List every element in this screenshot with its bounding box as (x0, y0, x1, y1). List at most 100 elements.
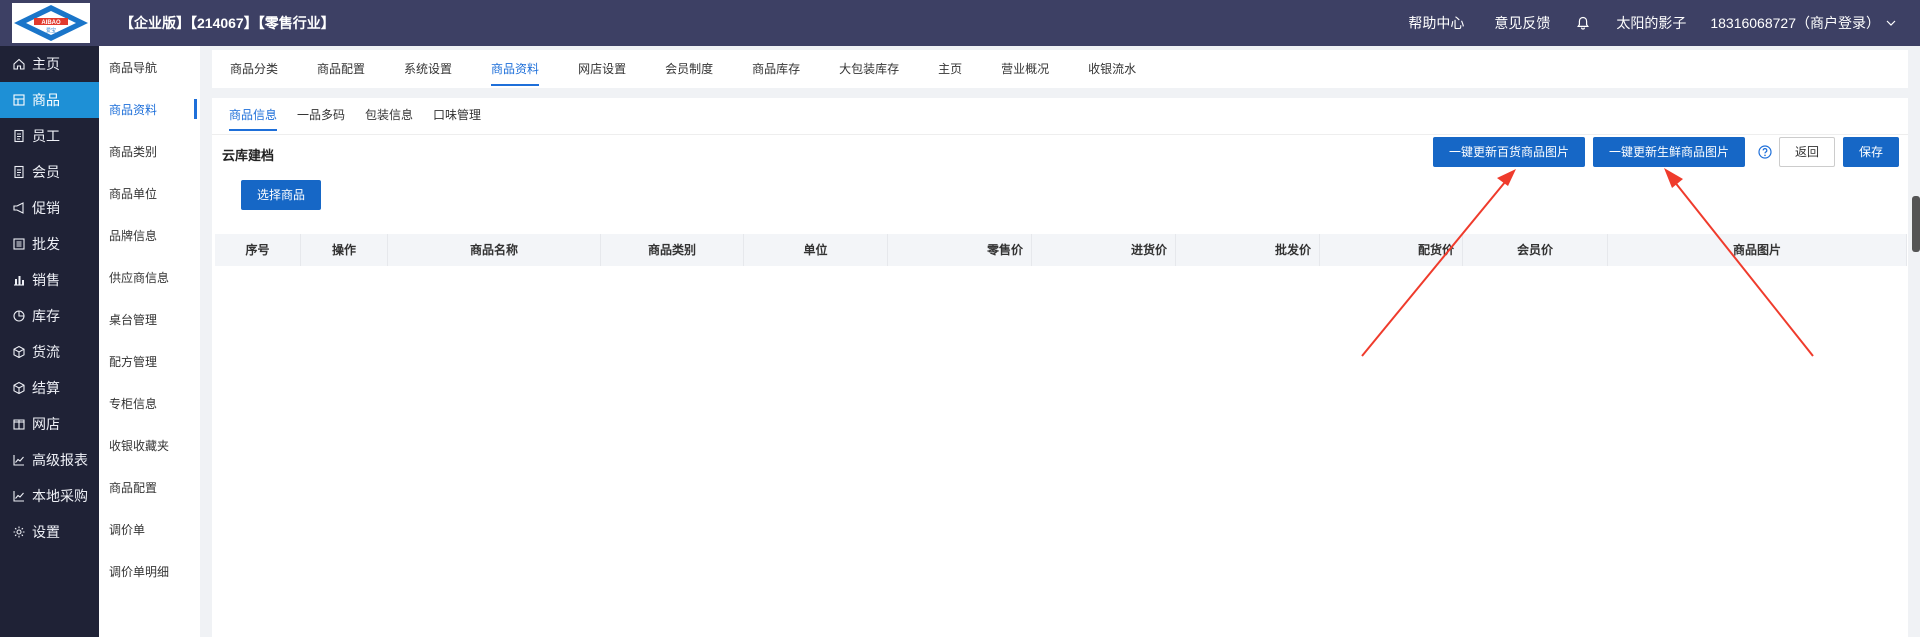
sidebar-item-label: 结算 (32, 380, 60, 396)
column-header: 单位 (744, 234, 888, 266)
bar-chart-icon (14, 276, 24, 286)
account-label: 18316068727（商户登录） (1710, 15, 1880, 31)
sub-tab[interactable]: 商品信息 (229, 98, 278, 132)
save-button[interactable]: 保存 (1843, 137, 1899, 167)
top-tab[interactable]: 大包装库存 (839, 50, 899, 88)
pie-icon (13, 310, 25, 322)
sidebar-item[interactable]: 设置 (0, 514, 99, 550)
column-header: 零售价 (888, 234, 1032, 266)
sidebar-item-label: 商品 (32, 92, 60, 108)
feedback-link[interactable]: 意见反馈 (1494, 13, 1550, 33)
sidebar-item[interactable]: 员工 (0, 118, 99, 154)
back-button[interactable]: 返回 (1779, 137, 1835, 167)
help-center-link[interactable]: 帮助中心 (1408, 13, 1464, 33)
top-tab[interactable]: 商品配置 (317, 50, 365, 88)
column-header: 商品图片 (1608, 234, 1907, 266)
scrollbar[interactable] (1912, 196, 1920, 252)
subnav-item[interactable]: 专柜信息 (99, 382, 200, 424)
subnav-item[interactable]: 商品类别 (99, 130, 200, 172)
chevron-down-icon (1886, 20, 1896, 26)
list-icon (13, 238, 25, 250)
subnav-item[interactable]: 桌台管理 (99, 298, 200, 340)
sidebar-item[interactable]: 主页 (0, 46, 99, 82)
sidebar-item-label: 库存 (32, 308, 60, 324)
home-icon (13, 58, 25, 70)
sidebar-item-label: 会员 (32, 164, 60, 180)
subnav-item[interactable]: 供应商信息 (99, 256, 200, 298)
sidebar-item[interactable]: 库存 (0, 298, 99, 334)
top-tab[interactable]: 网店设置 (578, 50, 626, 88)
help-icon[interactable] (1758, 145, 1772, 159)
sub-tabs: 商品信息 一品多码 包装信息 口味管理 (229, 98, 501, 132)
column-header: 配货价 (1320, 234, 1463, 266)
main-panel: 商品信息 一品多码 包装信息 口味管理 云库建档 一键更新百货商品图片 一键更新生鲜商… (212, 98, 1908, 637)
top-tab[interactable]: 营业概况 (1001, 50, 1049, 88)
user-name[interactable]: 太阳的影子 (1616, 13, 1686, 33)
top-tab[interactable]: 主页 (938, 50, 962, 88)
subnav-item[interactable]: 调价单 (99, 508, 200, 550)
top-tab[interactable]: 商品资料 (491, 50, 540, 88)
sidebar-item[interactable]: 批发 (0, 226, 99, 262)
line-chart-icon (13, 455, 24, 466)
gear-icon (13, 526, 25, 538)
top-tab[interactable]: 会员制度 (665, 50, 713, 88)
sidebar-item-label: 网店 (32, 416, 60, 432)
sub-sidebar: 商品导航 商品资料 商品类别 商品单位 品牌信息 供应商信息 桌台管理 配方管理 专柜信息 收银收… (99, 46, 200, 637)
subnav-item[interactable]: 商品配置 (99, 466, 200, 508)
logo-subtext: 爱宝 (46, 27, 56, 34)
column-header: 商品类别 (601, 234, 744, 266)
logo[interactable]: AIBAO 爱宝 (12, 3, 90, 43)
subnav-item[interactable]: 商品资料 (99, 88, 200, 130)
subnav-item[interactable]: 配方管理 (99, 340, 200, 382)
sidebar-item[interactable]: 结算 (0, 370, 99, 406)
update-general-images-button[interactable]: 一键更新百货商品图片 (1433, 137, 1585, 167)
sidebar-item[interactable]: 本地采购 (0, 478, 99, 514)
doc-icon (14, 165, 24, 179)
sidebar-item-label: 设置 (32, 524, 60, 540)
sidebar-item[interactable]: 销售 (0, 262, 99, 298)
sidebar-item-label: 货流 (32, 344, 60, 360)
bell-icon[interactable] (1576, 16, 1590, 30)
cube-icon (13, 381, 25, 395)
subnav-item[interactable]: 收银收藏夹 (99, 424, 200, 466)
logo-text: AIBAO (41, 20, 61, 26)
sidebar-item-label: 本地采购 (32, 488, 88, 504)
column-header: 序号 (215, 234, 301, 266)
sub-tab[interactable]: 包装信息 (365, 98, 413, 132)
select-product-button[interactable]: 选择商品 (241, 180, 321, 210)
line-chart-icon (13, 491, 24, 502)
sidebar-item[interactable]: 网店 (0, 406, 99, 442)
section-title: 云库建档 (222, 148, 275, 163)
sidebar-item[interactable]: 促销 (0, 190, 99, 226)
sidebar-item[interactable]: 高级报表 (0, 442, 99, 478)
column-header: 商品名称 (388, 234, 601, 266)
sidebar-item[interactable]: 会员 (0, 154, 99, 190)
account-menu[interactable]: 18316068727（商户登录） (1710, 13, 1896, 33)
column-header: 会员价 (1463, 234, 1608, 266)
sidebar-item-label: 促销 (32, 200, 60, 216)
sub-tab[interactable]: 一品多码 (297, 98, 345, 132)
column-header: 进货价 (1032, 234, 1176, 266)
top-right-menu: 帮助中心 意见反馈 太阳的影子 18316068727（商户登录） (1378, 0, 1896, 46)
sidebar-item-label: 批发 (32, 236, 60, 252)
subnav-item[interactable]: 调价单明细 (99, 550, 200, 592)
cube-icon (13, 345, 25, 359)
main-sidebar: 主页商品员工会员促销批发销售库存货流结算网店高级报表本地采购设置 (0, 46, 99, 637)
sidebar-item[interactable]: 商品 (0, 82, 99, 118)
top-tab[interactable]: 商品库存 (752, 50, 800, 88)
top-tab[interactable]: 系统设置 (404, 50, 452, 88)
org-title: 【企业版】【214067】【零售行业】 (120, 15, 335, 31)
top-tabs: 商品分类 商品配置 系统设置 商品资料 网店设置 会员制度 商品库存 大包装库存 主页 营业概况 收… (212, 50, 1908, 88)
update-fresh-images-button[interactable]: 一键更新生鲜商品图片 (1593, 137, 1745, 167)
subnav-item[interactable]: 商品单位 (99, 172, 200, 214)
column-header: 批发价 (1176, 234, 1320, 266)
sidebar-item[interactable]: 货流 (0, 334, 99, 370)
gift-icon (13, 419, 25, 430)
top-tab[interactable]: 商品分类 (230, 50, 278, 88)
top-tab[interactable]: 收银流水 (1088, 50, 1136, 88)
sidebar-item-label: 销售 (32, 272, 60, 288)
sidebar-item-label: 主页 (32, 56, 60, 72)
subnav-item[interactable]: 品牌信息 (99, 214, 200, 256)
sub-tab[interactable]: 口味管理 (433, 98, 481, 132)
subnav-item[interactable]: 商品导航 (99, 46, 200, 88)
